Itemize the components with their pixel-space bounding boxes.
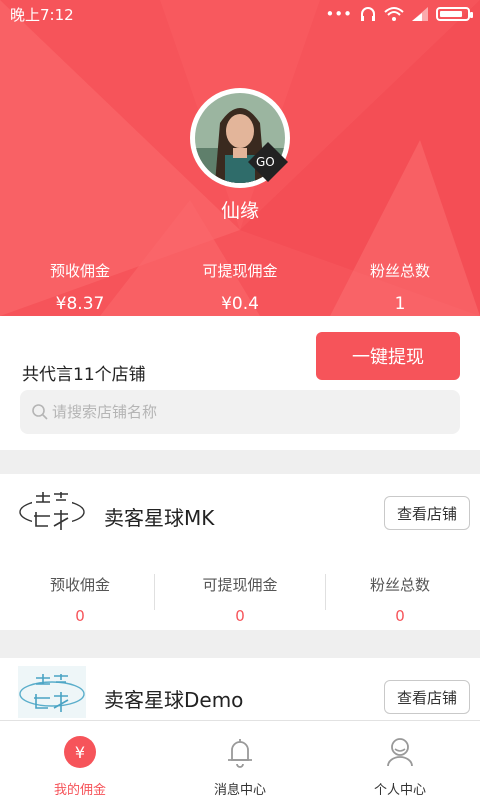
shop-name: 卖客星球Demo xyxy=(104,688,244,712)
more-dots-icon: ••• xyxy=(325,5,352,23)
summary-value: 1 xyxy=(394,294,406,314)
status-bar: 晚上7:12 ••• xyxy=(0,0,480,28)
shop-stat-pre-commission: 预收佣金 0 xyxy=(0,574,160,625)
go-badge[interactable]: GO xyxy=(248,142,288,182)
tab-label: 消息中心 xyxy=(213,783,266,798)
tab-label: 个人中心 xyxy=(373,783,426,798)
signal-icon xyxy=(412,7,428,21)
shop-search-input[interactable] xyxy=(52,403,432,421)
withdraw-all-button[interactable]: 一键提现 xyxy=(316,332,460,380)
tab-profile[interactable]: 个人中心 xyxy=(320,721,480,800)
shop-name: 卖客星球MK xyxy=(104,506,215,530)
shop-stat-value: 0 xyxy=(235,607,245,625)
shop-count-text: 共代言11个店铺 xyxy=(22,365,146,385)
shop-stat-label: 粉丝总数 xyxy=(369,576,430,594)
summary-pre-commission: 预收佣金 ¥8.37 xyxy=(0,260,160,314)
shop-stat-value: 0 xyxy=(395,607,405,625)
yen-icon: ¥ xyxy=(63,735,97,769)
shop-stats: 预收佣金 0 可提现佣金 0 粉丝总数 0 xyxy=(0,574,480,625)
user-icon xyxy=(383,735,417,769)
summary-label: 预收佣金 xyxy=(49,262,110,280)
tab-my-commission[interactable]: ¥ 我的佣金 xyxy=(0,721,160,800)
shop-logo xyxy=(19,490,85,534)
profile-header: 晚上7:12 ••• GO 仙缘 预收佣金 ¥8.37 可提现佣金 ¥0.4 粉… xyxy=(0,0,480,316)
summary-withdrawable: 可提现佣金 ¥0.4 xyxy=(160,260,320,314)
headphones-icon xyxy=(361,7,375,21)
bell-icon xyxy=(223,735,257,769)
shops-panel: 共代言11个店铺 一键提现 xyxy=(0,316,480,450)
summary-label: 粉丝总数 xyxy=(369,262,430,280)
shop-stat-withdrawable: 可提现佣金 0 xyxy=(160,574,320,625)
tab-messages[interactable]: 消息中心 xyxy=(160,721,320,800)
view-shop-button[interactable]: 查看店铺 xyxy=(384,680,470,714)
shop-stat-value: 0 xyxy=(75,607,85,625)
shop-logo xyxy=(18,666,86,718)
shop-card: 卖客星球Demo 查看店铺 xyxy=(0,658,480,720)
view-shop-button[interactable]: 查看店铺 xyxy=(384,496,470,530)
user-name: 仙缘 xyxy=(220,200,259,222)
shop-stat-fans: 粉丝总数 0 xyxy=(320,574,480,625)
shop-card: 卖客星球MK 查看店铺 预收佣金 0 可提现佣金 0 粉丝总数 0 xyxy=(0,474,480,630)
search-icon xyxy=(32,404,48,420)
shop-search-box[interactable] xyxy=(20,390,460,434)
summary-label: 可提现佣金 xyxy=(202,262,278,280)
go-badge-label: GO xyxy=(256,155,275,169)
wifi-icon xyxy=(384,7,404,21)
summary-value: ¥0.4 xyxy=(221,294,259,314)
status-time: 晚上7:12 xyxy=(10,5,74,24)
battery-icon xyxy=(436,7,473,21)
commission-summary: 预收佣金 ¥8.37 可提现佣金 ¥0.4 粉丝总数 1 xyxy=(0,260,480,314)
bottom-tab-bar: ¥ 我的佣金 消息中心 个人中心 xyxy=(0,720,480,800)
shop-stat-label: 可提现佣金 xyxy=(202,576,278,594)
summary-value: ¥8.37 xyxy=(55,294,105,314)
summary-fans: 粉丝总数 1 xyxy=(320,260,480,314)
tab-label: 我的佣金 xyxy=(53,783,106,798)
shop-stat-label: 预收佣金 xyxy=(49,576,110,594)
